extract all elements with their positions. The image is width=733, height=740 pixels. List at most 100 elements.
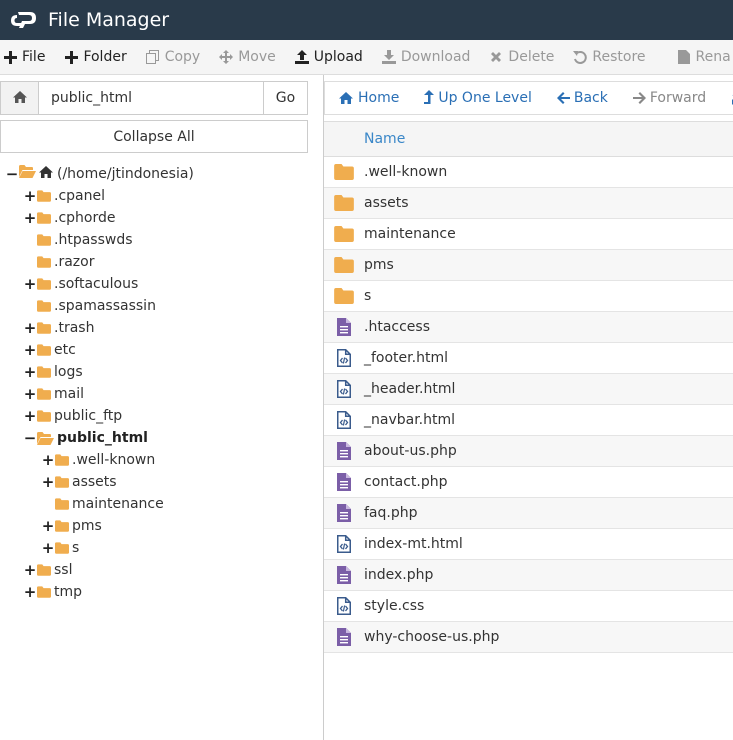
tree-item-label[interactable]: mail [54,386,84,402]
file-name[interactable]: why-choose-us.php [364,629,499,645]
collapse-toggle-icon[interactable]: − [6,165,19,183]
expand-toggle-icon[interactable]: + [24,319,37,337]
file-name[interactable]: assets [364,195,409,211]
tree-item[interactable]: + ssl [24,559,73,581]
table-row[interactable]: pms [324,250,733,281]
tree-item-label[interactable]: etc [54,342,76,358]
file-name[interactable]: _footer.html [364,350,448,366]
tree-item[interactable]: + public_ftp [24,405,122,427]
file-name[interactable]: maintenance [364,226,456,242]
table-row[interactable]: style.css [324,591,733,622]
file-name[interactable]: contact.php [364,474,448,490]
collapse-all-button[interactable]: Collapse All [0,120,308,153]
expand-toggle-icon[interactable]: + [24,385,37,403]
file-button[interactable]: File [0,40,55,74]
tree-item[interactable]: .razor [24,251,94,273]
tree-item-label[interactable]: logs [54,364,83,380]
tree-item[interactable]: + s [42,537,80,559]
forward-button[interactable]: Forward [620,90,718,106]
tree-item[interactable]: + tmp [24,581,82,603]
table-row[interactable]: .well-known [324,157,733,188]
tree-item[interactable]: + .cpanel [24,185,105,207]
table-row[interactable]: assets [324,188,733,219]
tree-item-label[interactable]: .well-known [72,452,155,468]
table-row[interactable]: faq.php [324,498,733,529]
tree-item[interactable]: + .well-known [42,449,156,471]
expand-toggle-icon[interactable]: + [24,187,37,205]
upload-button[interactable]: Upload [286,40,373,74]
file-name[interactable]: .well-known [364,164,447,180]
file-name[interactable]: index-mt.html [364,536,463,552]
tree-item-label[interactable]: .cphorde [54,210,115,226]
tree-item[interactable]: + mail [24,383,84,405]
file-name[interactable]: pms [364,257,394,273]
file-name[interactable]: .htaccess [364,319,430,335]
table-row[interactable]: why-choose-us.php [324,622,733,653]
table-row[interactable]: index.php [324,560,733,591]
tree-item[interactable]: + logs [24,361,83,383]
tree-item[interactable]: − (/home/jtindonesia) [6,163,194,185]
tree-item-label[interactable]: ssl [54,562,72,578]
table-row[interactable]: _footer.html [324,343,733,374]
expand-toggle-icon[interactable]: + [24,209,37,227]
file-name[interactable]: _navbar.html [364,412,455,428]
tree-item-label[interactable]: .softaculous [54,276,138,292]
tree-item-label[interactable]: assets [72,474,117,490]
tree-item[interactable]: .spamassassin [24,295,156,317]
expand-toggle-icon[interactable]: + [42,517,55,535]
tree-item-label[interactable]: maintenance [72,496,164,512]
table-row[interactable]: _header.html [324,374,733,405]
tree-item-label[interactable]: s [72,540,79,556]
reload-button[interactable] [718,90,733,106]
tree-item-label[interactable]: public_html [57,430,148,446]
tree-item-label[interactable]: tmp [54,584,82,600]
table-row[interactable]: contact.php [324,467,733,498]
rename-button[interactable]: Rena [668,40,733,74]
tree-item[interactable]: maintenance [42,493,164,515]
file-name[interactable]: style.css [364,598,424,614]
table-row[interactable]: .htaccess [324,312,733,343]
tree-item-label[interactable]: .trash [54,320,94,336]
move-button[interactable]: Move [210,40,286,74]
tree-item[interactable]: + pms [42,515,102,537]
back-button[interactable]: Back [544,90,620,106]
table-row[interactable]: about-us.php [324,436,733,467]
home-button[interactable] [1,82,39,114]
restore-button[interactable]: Restore [564,40,655,74]
copy-button[interactable]: Copy [137,40,211,74]
up-one-level-button[interactable]: Up One Level [411,90,544,106]
expand-toggle-icon[interactable]: + [24,407,37,425]
collapse-toggle-icon[interactable]: − [24,429,37,447]
folder-button[interactable]: Folder [55,40,136,74]
expand-toggle-icon[interactable]: + [24,341,37,359]
download-button[interactable]: Download [373,40,481,74]
expand-toggle-icon[interactable]: + [42,451,55,469]
file-name[interactable]: s [364,288,371,304]
expand-toggle-icon[interactable]: + [24,583,37,601]
tree-item[interactable]: + .trash [24,317,95,339]
table-row[interactable]: index-mt.html [324,529,733,560]
file-name[interactable]: index.php [364,567,433,583]
tree-item[interactable]: + etc [24,339,76,361]
tree-item-label[interactable]: .cpanel [54,188,105,204]
expand-toggle-icon[interactable]: + [24,561,37,579]
tree-item[interactable]: + .cphorde [24,207,116,229]
file-name[interactable]: about-us.php [364,443,457,459]
tree-item-label[interactable]: .spamassassin [54,298,156,314]
tree-item-label[interactable]: .htpasswds [54,232,133,248]
path-input[interactable] [39,82,263,114]
home-button[interactable]: Home [325,90,411,106]
expand-toggle-icon[interactable]: + [24,275,37,293]
tree-item-label[interactable]: (/home/jtindonesia) [57,166,194,182]
delete-button[interactable]: Delete [480,40,564,74]
file-name[interactable]: faq.php [364,505,418,521]
column-header-name[interactable]: Name [324,131,405,147]
tree-item[interactable]: − public_html [24,427,148,449]
tree-item[interactable]: .htpasswds [24,229,133,251]
expand-toggle-icon[interactable]: + [24,363,37,381]
tree-item[interactable]: + assets [42,471,117,493]
expand-toggle-icon[interactable]: + [42,473,55,491]
go-button[interactable]: Go [263,82,307,114]
tree-item-label[interactable]: public_ftp [54,408,122,424]
table-row[interactable]: _navbar.html [324,405,733,436]
